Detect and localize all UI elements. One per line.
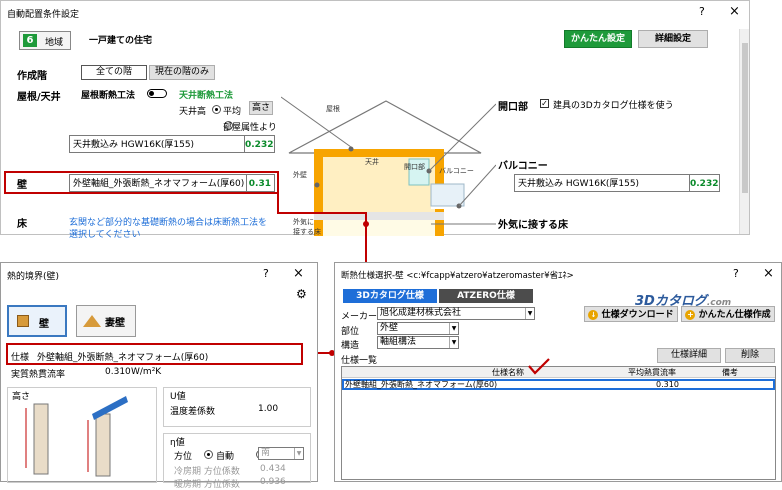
tab-catalog[interactable]: 3Dカタログ仕様 <box>343 289 437 303</box>
structure-select[interactable]: 軸組構法 ▼ <box>377 336 459 349</box>
col-rate[interactable]: 平均熱貫流率 <box>628 367 676 378</box>
spec-table: 仕様名称 平均熱貫流率 備考 外壁軸組_外張断熱_ネオマフォーム(厚60) 0.… <box>341 366 776 480</box>
col-note[interactable]: 備考 <box>722 367 738 378</box>
wall-tab-icon <box>17 315 29 327</box>
spec-label: 仕様 <box>11 353 30 363</box>
part-label: 部位 <box>341 327 360 337</box>
u-value-group: U値 温度差係数 1.00 <box>163 387 311 427</box>
height-group: 高さ <box>7 387 157 483</box>
chevron-down-icon: ▼ <box>525 308 534 319</box>
spec-table-header: 仕様名称 平均熱貫流率 備考 <box>342 367 775 378</box>
col-name[interactable]: 仕様名称 <box>492 367 524 378</box>
auto-label: 自動 <box>216 452 235 462</box>
chevron-down-icon: ▼ <box>294 448 303 459</box>
thermal-boundary-dialog: 熱的境界(壁) ? × ⚙ 壁 妻壁 仕様 外壁軸組_外張断熱_ネオマフォーム(… <box>0 262 318 490</box>
direction-label: 方位 <box>174 452 193 462</box>
tab-atzero[interactable]: ATZERO仕様 <box>439 289 533 303</box>
heat-rate-label: 実質熱貫流率 <box>11 370 66 380</box>
download-icon: ↓ <box>588 309 599 320</box>
heating-label: 暖房期 方位係数 <box>174 480 240 490</box>
wall-section-diagram <box>25 396 128 477</box>
maker-select-value: 旭化成建材株式会社 <box>380 308 462 318</box>
wall-tab[interactable]: 壁 <box>7 305 67 337</box>
eta-group: η値 方位 自動 南 ▼ 冷房期 方位係数 0.434 暖房期 方位係数 0.9… <box>163 433 311 490</box>
heating-value: 0.936 <box>260 477 286 487</box>
gable-tab-label: 妻壁 <box>105 318 125 329</box>
radio-auto[interactable] <box>204 449 213 459</box>
spec-download-label: 仕様ダウンロード <box>601 310 674 320</box>
u-value-label: U値 <box>170 392 186 402</box>
eta-label: η値 <box>170 438 185 448</box>
heat-rate-unit: W/m²K <box>131 367 162 377</box>
heat-rate-value: 0.310 <box>105 367 131 377</box>
temp-coef-value: 1.00 <box>258 404 279 414</box>
table-row[interactable]: 外壁軸組_外張断熱_ネオマフォーム(厚60) 0.310 <box>342 379 775 390</box>
thermal-title: 熱的境界(壁) <box>7 272 60 282</box>
part-select-value: 外壁 <box>380 323 399 333</box>
spec-help-button[interactable]: ? <box>733 267 739 280</box>
plus-icon: + <box>685 309 696 320</box>
easy-create-label: かんたん仕様作成 <box>698 310 771 320</box>
cooling-value: 0.434 <box>260 464 286 474</box>
structure-select-value: 軸組構法 <box>380 337 417 347</box>
spec-dialog-title: 断熱仕様選択-壁 <c:¥fcapp¥atzero¥atzeromaster¥省… <box>341 271 574 281</box>
spec-selection-dialog: 断熱仕様選択-壁 <c:¥fcapp¥atzero¥atzeromaster¥省… <box>334 262 782 482</box>
part-select[interactable]: 外壁 ▼ <box>377 322 459 335</box>
spec-value[interactable]: 外壁軸組_外張断熱_ネオマフォーム(厚60) <box>37 350 208 363</box>
easy-create-button[interactable]: + かんたん仕様作成 <box>681 306 775 322</box>
chevron-down-icon: ▼ <box>449 337 458 348</box>
checkmark-icon <box>528 358 550 375</box>
spec-list-label: 仕様一覧 <box>341 356 378 366</box>
direction-select-value: 南 <box>261 448 271 458</box>
delete-button[interactable]: 削除 <box>725 348 775 363</box>
row-rate: 0.310 <box>656 380 679 389</box>
maker-label: メーカー <box>341 312 378 322</box>
gable-tab-icon <box>83 315 101 327</box>
direction-select[interactable]: 南 ▼ <box>258 447 304 460</box>
thermal-close-button[interactable]: × <box>293 266 304 281</box>
gear-icon[interactable]: ⚙ <box>296 287 307 301</box>
spec-detail-button[interactable]: 仕様詳細 <box>657 348 721 363</box>
spec-close-button[interactable]: × <box>763 266 774 281</box>
temp-coef-label: 温度差係数 <box>170 407 216 417</box>
chevron-down-icon: ▼ <box>449 323 458 334</box>
structure-label: 構造 <box>341 341 360 351</box>
gable-tab[interactable]: 妻壁 <box>76 305 136 337</box>
thermal-help-button[interactable]: ? <box>263 267 269 280</box>
maker-select[interactable]: 旭化成建材株式会社 ▼ <box>377 307 535 320</box>
wall-tab-label: 壁 <box>39 319 49 330</box>
spec-download-button[interactable]: ↓ 仕様ダウンロード <box>584 306 678 322</box>
cooling-label: 冷房期 方位係数 <box>174 467 240 477</box>
row-name: 外壁軸組_外張断熱_ネオマフォーム(厚60) <box>345 380 498 389</box>
